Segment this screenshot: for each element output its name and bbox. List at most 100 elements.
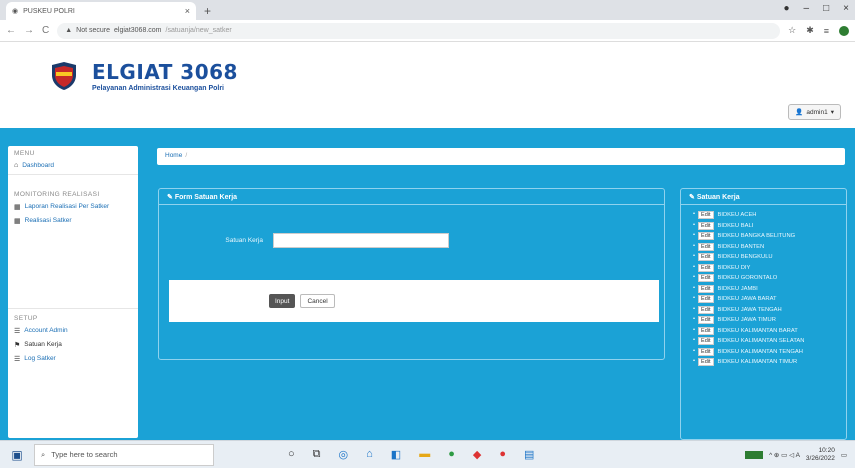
list-item: • Edit BIDKEU JAWA TENGAH [693, 305, 840, 316]
input-button[interactable]: Input [269, 294, 296, 308]
task-view-icon[interactable]: ⧉ [313, 448, 321, 461]
edit-button[interactable]: Edit [698, 337, 714, 345]
home-icon: ⌂ [14, 162, 19, 169]
satuan-name: BIDKEU KALIMANTAN TENGAH [717, 348, 803, 355]
satuan-name: BIDKEU KALIMANTAN TIMUR [717, 359, 798, 365]
store-icon[interactable]: ⌂ [366, 448, 373, 461]
satuan-list-panel: ✎ Satuan Kerja • Edit BIDKEU ACEH • Edit BIDK… [680, 188, 847, 440]
list-item: • Edit BIDKEU JAMBI [693, 284, 840, 295]
app-icon[interactable]: ◆ [473, 448, 481, 461]
edit-button[interactable]: Edit [698, 242, 714, 251]
clock[interactable]: 10:20 3/26/2022 [806, 447, 835, 463]
edit-button[interactable]: Edit [698, 326, 714, 335]
list-item: • Edit BIDKEU ACEH [693, 210, 840, 221]
profile-dot-icon[interactable]: ● [784, 3, 790, 14]
bullet-icon: • [693, 242, 696, 249]
profile-icon[interactable] [839, 25, 849, 36]
edit-button[interactable]: Edit [698, 211, 714, 219]
chrome-icon[interactable]: ● [448, 448, 455, 461]
list-item: • Edit BIDKEU GORONTALO [693, 273, 840, 284]
forward-icon[interactable]: → [24, 25, 34, 36]
tray-icons[interactable]: ^ ⊕ ▭ ◁ A [769, 451, 800, 459]
sidebar-header-monitoring: MONITORING REALISASI [14, 191, 100, 198]
user-icon: 👤 [795, 109, 804, 116]
satuan-list: • Edit BIDKEU ACEH • Edit BIDKEU BALI • Edit BID… [681, 205, 846, 368]
brand: ELGIAT 3068 Pelayanan Administrasi Keuan… [50, 60, 238, 92]
sidebar-item-label: Account Admin [24, 327, 68, 334]
edit-button[interactable]: Edit [698, 316, 714, 324]
breadcrumb-separator: / [185, 152, 188, 159]
taskbar-search[interactable]: ⌕ Type here to search [34, 443, 214, 466]
edit-button[interactable]: Edit [698, 253, 714, 261]
explorer-icon[interactable]: ▬ [419, 448, 430, 461]
app-icon[interactable]: ◧ [391, 448, 401, 461]
sidebar-header-setup: SETUP [14, 315, 38, 322]
new-tab-icon[interactable]: + [204, 4, 211, 18]
user-menu-button[interactable]: 👤 admin1 ▾ [788, 104, 841, 120]
close-window-icon[interactable]: × [843, 3, 849, 14]
sidebar-item-laporan[interactable]: ▦ Laporan Realisasi Per Satker [8, 200, 138, 214]
edit-button[interactable]: Edit [698, 347, 714, 356]
bullet-icon: • [693, 326, 696, 333]
sidebar-header-menu: MENU [14, 150, 35, 157]
windows-start-icon[interactable]: ▣ [0, 448, 34, 462]
bullet-icon: • [693, 305, 696, 312]
list-item-body: Edit BIDKEU ACEH [698, 210, 757, 221]
sidebar-item-realisasi[interactable]: ▦ Realisasi Satker [8, 214, 138, 228]
satuan-name: BIDKEU BANTEN [717, 243, 765, 250]
list-item-body: Edit BIDKEU JAWA TENGAH [698, 305, 782, 316]
list-icon: ☰ [14, 328, 21, 335]
star-icon[interactable]: ☆ [788, 25, 796, 36]
extension-icon[interactable]: ✱ [806, 25, 814, 36]
edit-button[interactable]: Edit [698, 232, 714, 240]
cancel-button[interactable]: Cancel [300, 294, 335, 308]
sidebar-item-label: Realisasi Satker [24, 217, 72, 224]
edit-button[interactable]: Edit [698, 274, 714, 282]
satuan-name: BIDKEU KALIMANTAN BARAT [717, 327, 798, 334]
bullet-icon: • [693, 221, 696, 228]
edit-button[interactable]: Edit [698, 295, 714, 303]
app-icon[interactable]: ▤ [524, 448, 534, 461]
sidebar-item-dashboard[interactable]: ⌂ Dashboard [8, 159, 138, 172]
edit-icon: ✎ [689, 194, 695, 201]
address-bar[interactable]: ▲ Not secure elgiat3068.com/satuanja/new… [57, 22, 781, 39]
form-row: Satuan Kerja [205, 233, 449, 248]
breadcrumb-home[interactable]: Home [165, 152, 182, 159]
notification-icon[interactable]: ▭ [841, 451, 847, 459]
list-item: • Edit BIDKEU BANTEN [693, 242, 840, 253]
sidebar-item-label: Laporan Realisasi Per Satker [24, 203, 110, 210]
chrome-icon[interactable]: ● [499, 448, 506, 461]
minimize-icon[interactable]: – [804, 3, 810, 14]
sidebar-item-account[interactable]: ☰ Account Admin [8, 324, 138, 338]
form-panel: ✎ Form Satuan Kerja Satuan Kerja Input C… [158, 188, 665, 360]
sidebar-item-log[interactable]: ☰ Log Satker [8, 352, 138, 366]
list-item-body: Edit BIDKEU KALIMANTAN SELATAN [698, 336, 805, 347]
edit-button[interactable]: Edit [698, 358, 714, 366]
list-title-text: Satuan Kerja [696, 194, 740, 201]
list-item: • Edit BIDKEU BENGKULU [693, 252, 840, 263]
bullet-icon: • [693, 337, 696, 343]
bullet-icon: • [693, 316, 696, 322]
satuan-name: BIDKEU BENGKULU [717, 254, 773, 260]
reload-icon[interactable]: C [42, 25, 49, 36]
browser-tab[interactable]: ◉ PUSKEU POLRI × [6, 2, 196, 20]
maximize-icon[interactable]: □ [823, 3, 829, 14]
sidebar-item-satuan[interactable]: ⚑ Satuan Kerja [8, 338, 138, 352]
list-item: • Edit BIDKEU BANGKA BELITUNG [693, 231, 840, 242]
list-item-body: Edit BIDKEU BANGKA BELITUNG [698, 231, 795, 242]
list-item: • Edit BIDKEU JAWA TIMUR [693, 315, 840, 326]
edit-button[interactable]: Edit [698, 263, 714, 272]
edge-icon[interactable]: ◎ [339, 448, 349, 461]
back-icon[interactable]: ← [6, 25, 16, 36]
satuan-kerja-input[interactable] [273, 233, 449, 248]
divider [8, 308, 138, 309]
edit-button[interactable]: Edit [698, 221, 714, 230]
cortana-icon[interactable]: ○ [288, 448, 295, 461]
list-title: ✎ Satuan Kerja [681, 189, 846, 205]
menu-icon[interactable]: ≡ [824, 26, 829, 36]
edit-button[interactable]: Edit [698, 305, 714, 314]
close-tab-icon[interactable]: × [185, 6, 190, 16]
edit-button[interactable]: Edit [698, 284, 714, 293]
list-item-body: Edit BIDKEU KALIMANTAN TIMUR [698, 357, 797, 368]
list-item: • Edit BIDKEU BALI [693, 221, 840, 232]
